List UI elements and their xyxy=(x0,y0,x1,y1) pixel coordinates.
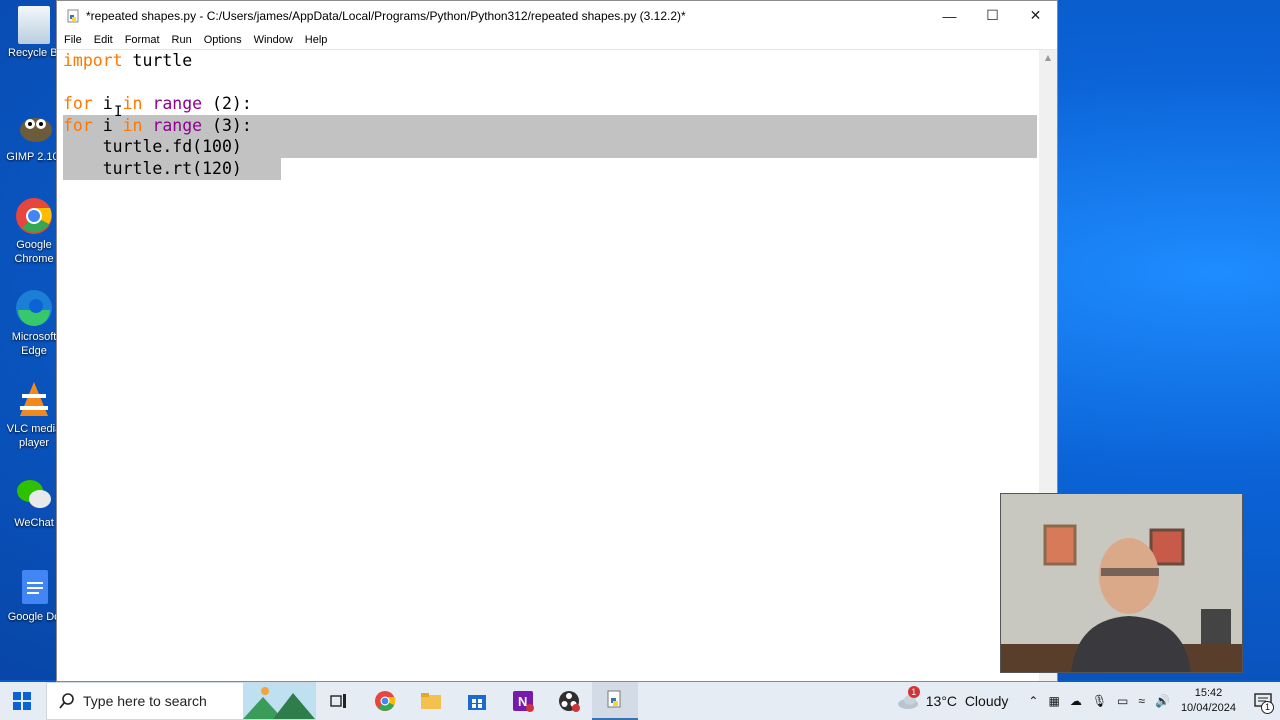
show-hidden-icons-icon[interactable]: ⌃ xyxy=(1028,694,1038,708)
menu-help[interactable]: Help xyxy=(299,34,334,46)
recycle-bin-icon xyxy=(18,6,50,44)
start-button[interactable] xyxy=(0,682,44,720)
close-button[interactable]: ✕ xyxy=(1014,1,1057,30)
minimize-button[interactable]: — xyxy=(928,1,971,30)
title-bar[interactable]: *repeated shapes.py - C:/Users/james/App… xyxy=(57,1,1057,30)
code-line-5: turtle.fd(100) xyxy=(63,137,242,156)
store-icon xyxy=(468,695,486,710)
onedrive-icon[interactable]: ☁ xyxy=(1070,694,1082,708)
code-line-4: for i in range (3): xyxy=(63,116,252,135)
weather-widget[interactable]: 1 13°C Cloudy xyxy=(896,686,1014,710)
python-idle-icon xyxy=(607,690,621,708)
window-title: *repeated shapes.py - C:/Users/james/App… xyxy=(86,8,686,23)
search-placeholder: Type here to search xyxy=(83,693,207,709)
menu-window[interactable]: Window xyxy=(248,34,299,46)
folder-icon xyxy=(421,693,441,709)
menu-options[interactable]: Options xyxy=(198,34,248,46)
taskbar-search-box[interactable]: Type here to search xyxy=(46,682,316,720)
menu-edit[interactable]: Edit xyxy=(88,34,119,46)
taskbar-onenote[interactable]: N xyxy=(500,682,546,720)
notifications-button[interactable]: 1 xyxy=(1246,682,1280,720)
wifi-icon[interactable]: ≈ xyxy=(1138,694,1145,708)
python-file-icon xyxy=(67,9,79,22)
taskbar-store[interactable] xyxy=(454,682,500,720)
weather-text: 13°C Cloudy xyxy=(925,693,1009,709)
battery-icon[interactable]: ▭ xyxy=(1117,694,1128,708)
windows-icon xyxy=(13,692,31,710)
webcam-person-image xyxy=(1001,494,1242,672)
notification-badge: 1 xyxy=(1261,701,1274,714)
clock[interactable]: 15:42 10/04/2024 xyxy=(1181,686,1236,716)
menu-run[interactable]: Run xyxy=(166,34,198,46)
taskbar: Type here to search N 1 13°C Cloudy ⌃ ▦ … xyxy=(0,682,1280,720)
taskbar-python-idle[interactable] xyxy=(592,682,638,720)
menu-format[interactable]: Format xyxy=(119,34,166,46)
idle-editor-window: *repeated shapes.py - C:/Users/james/App… xyxy=(56,0,1058,682)
webcam-overlay xyxy=(1000,493,1243,673)
volume-icon[interactable]: 🔊 xyxy=(1155,694,1170,708)
search-icon xyxy=(59,693,74,709)
maximize-button[interactable]: ☐ xyxy=(971,1,1014,30)
clock-date: 10/04/2024 xyxy=(1180,702,1236,714)
menu-file[interactable]: File xyxy=(58,34,88,46)
taskbar-obs[interactable] xyxy=(546,682,592,720)
search-highlight-image xyxy=(243,683,315,719)
gimp-icon xyxy=(14,108,54,148)
code-line-3: for i in range (2): xyxy=(63,94,252,113)
task-view-button[interactable] xyxy=(316,682,362,720)
meet-now-icon[interactable]: ▦ xyxy=(1048,694,1059,708)
svg-text:N: N xyxy=(518,694,527,709)
taskbar-file-explorer[interactable] xyxy=(408,682,454,720)
google-docs-icon xyxy=(14,568,54,608)
chrome-icon xyxy=(375,691,396,711)
edge-icon xyxy=(14,288,54,328)
system-tray: ⌃ ▦ ☁ 🎙 ▭ ≈ 🔊 xyxy=(1023,694,1175,708)
text-cursor-icon: I xyxy=(114,104,123,120)
microphone-icon[interactable]: 🎙 xyxy=(1092,694,1107,708)
task-view-icon xyxy=(330,694,346,708)
taskbar-chrome[interactable] xyxy=(362,682,408,720)
wechat-icon xyxy=(14,474,54,514)
code-line-1: import turtle xyxy=(63,51,193,70)
chrome-icon xyxy=(14,196,54,236)
weather-badge: 1 xyxy=(907,686,920,698)
onenote-icon: N xyxy=(513,691,534,712)
code-line-6: turtle.rt(120) xyxy=(63,159,242,178)
obs-icon xyxy=(559,691,580,712)
menu-bar: File Edit Format Run Options Window Help xyxy=(57,30,1057,50)
vlc-icon xyxy=(14,380,54,420)
clock-time: 15:42 xyxy=(1194,687,1223,699)
scroll-up-icon[interactable]: ▲ xyxy=(1039,50,1057,66)
code-editor[interactable]: import turtle for i in range (2): for i … xyxy=(57,50,1039,681)
